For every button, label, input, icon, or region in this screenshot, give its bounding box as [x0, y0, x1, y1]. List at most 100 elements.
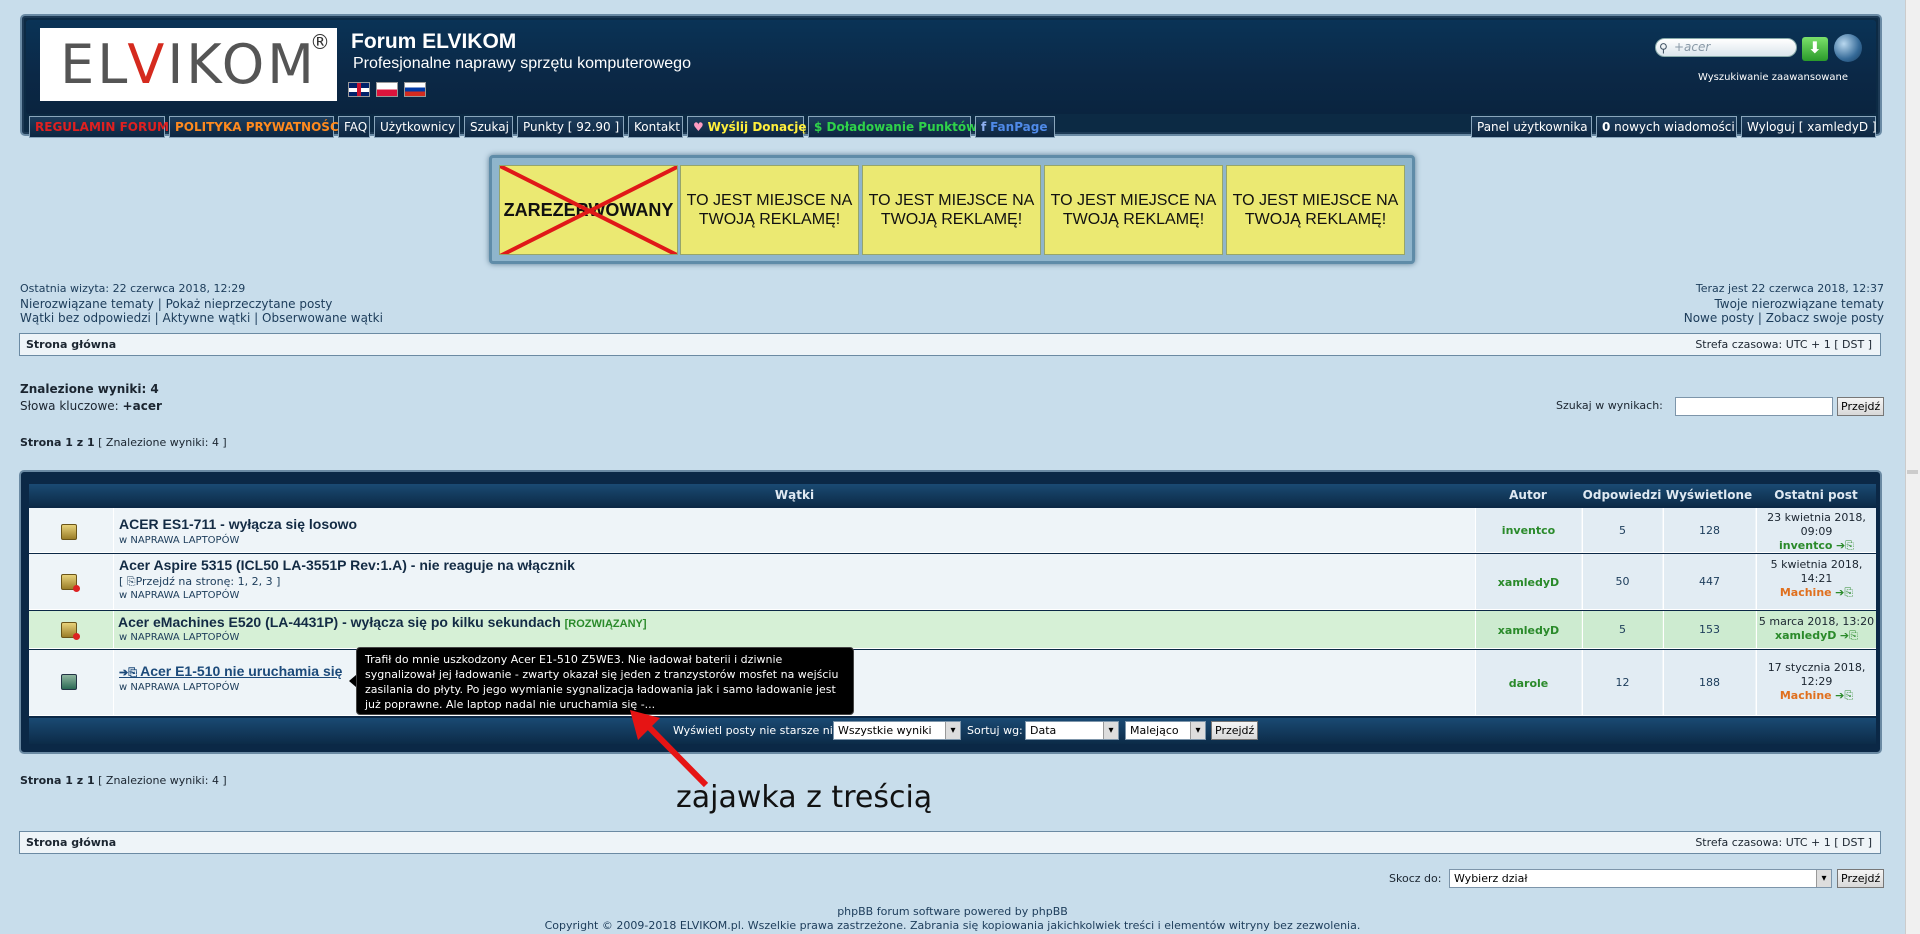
nav-users[interactable]: Użytkownicy: [374, 116, 460, 138]
link-unread[interactable]: Pokaż nieprzeczytane posty: [166, 297, 333, 311]
copyright: Copyright © 2009-2018 ELVIKOM.pl. Wszelk…: [544, 919, 1361, 932]
search-input[interactable]: +acer: [1655, 38, 1797, 57]
nav-faq[interactable]: FAQ: [338, 116, 370, 138]
last-post-author[interactable]: Machine: [1780, 586, 1832, 599]
site-title[interactable]: Forum ELVIKOM: [351, 30, 516, 54]
topic-author[interactable]: inventco: [1502, 524, 1555, 537]
last-visit: Ostatnia wizyta: 22 czerwca 2018, 12:29: [20, 282, 246, 295]
topic-forum[interactable]: w NAPRAWA LAPTOPÓW: [119, 632, 239, 643]
ad-slot-reserved[interactable]: ZAREZERWOWANY: [499, 165, 678, 255]
header-last-post[interactable]: Ostatni post: [1756, 484, 1876, 506]
ad-slot-3[interactable]: TO JEST MIEJSCE NA TWOJĄ REKLAMĘ!: [862, 165, 1041, 255]
link-your-posts[interactable]: Zobacz swoje posty: [1766, 311, 1884, 325]
breadcrumb-home[interactable]: Strona główna: [26, 338, 116, 351]
nav-user-panel[interactable]: Panel użytkownika: [1471, 116, 1592, 138]
timezone-info: Strefa czasowa: UTC + 1 [ DST ]: [1695, 338, 1872, 351]
search-in-results-button[interactable]: Przejdź: [1837, 397, 1885, 416]
breadcrumb-home[interactable]: Strona główna: [26, 836, 116, 849]
site-logo[interactable]: ELVIKOM ®: [40, 28, 337, 101]
ad-slot-5[interactable]: TO JEST MIEJSCE NA TWOJĄ REKLAMĘ!: [1226, 165, 1405, 255]
header-views[interactable]: Wyświetlone: [1663, 484, 1755, 506]
last-post-date: 5 kwietnia 2018, 14:21: [1770, 558, 1863, 585]
advanced-search-link[interactable]: Wyszukiwanie zaawansowane: [1698, 72, 1848, 83]
nav-search[interactable]: Szukaj: [464, 116, 513, 138]
quick-links-1: Nierozwiązane tematy | Pokaż nieprzeczyt…: [20, 297, 333, 311]
topic-author[interactable]: xamledyD: [1498, 576, 1559, 589]
breadcrumb-top: Strona główna Strefa czasowa: UTC + 1 [ …: [19, 333, 1881, 356]
topic-views: 447: [1663, 554, 1755, 609]
topic-forum[interactable]: w NAPRAWA LAPTOPÓW: [119, 590, 239, 601]
topic-pagination[interactable]: [ ⎘Przejdź na stronę: 1, 2, 3 ]: [119, 575, 280, 589]
last-post-author[interactable]: inventco: [1779, 539, 1832, 552]
sort-by-label: Sortuj wg:: [967, 724, 1023, 737]
link-new-posts[interactable]: Nowe posty: [1684, 311, 1754, 325]
link-active[interactable]: Aktywne wątki: [163, 311, 251, 325]
topic-replies: 12: [1582, 650, 1662, 715]
link-unanswered[interactable]: Nierozwiązane tematy: [20, 297, 154, 311]
topic-preview-tooltip: Trafił do mnie uszkodzony Acer E1-510 Z5…: [356, 647, 854, 715]
sort-go-button[interactable]: Przejdź: [1211, 721, 1259, 740]
topic-solved-icon: [61, 622, 80, 640]
link-no-reply[interactable]: Wątki bez odpowiedzi: [20, 311, 151, 325]
header-replies[interactable]: Odpowiedzi: [1582, 484, 1662, 506]
topic-forum[interactable]: w NAPRAWA LAPTOPÓW: [119, 682, 239, 693]
pagination-bottom: Strona 1 z 1 [ Znalezione wyniki: 4 ]: [20, 774, 227, 787]
jump-to-select[interactable]: Wybierz dział: [1449, 869, 1832, 888]
annotation-label: zajawka z treścią: [676, 780, 933, 815]
flag-pl-icon[interactable]: [376, 82, 398, 97]
header-topics[interactable]: Wątki: [115, 484, 1474, 506]
nav-topup[interactable]: $ Doładowanie Punktów: [808, 116, 977, 138]
ad-banner-strip: ZAREZERWOWANY TO JEST MIEJSCE NA TWOJĄ R…: [489, 155, 1415, 264]
topic-title-link[interactable]: Acer Aspire 5315 (ICL50 LA-3551P Rev:1.A…: [119, 557, 575, 573]
page-scrollbar[interactable]: [1905, 0, 1920, 934]
topic-replies: 5: [1582, 508, 1662, 552]
globe-icon[interactable]: [1834, 34, 1862, 62]
topic-title-link[interactable]: ➔⎘ Acer E1-510 nie uruchamia się: [119, 663, 342, 680]
logo-text: ELVIKOM: [60, 33, 317, 96]
header-author[interactable]: Autor: [1475, 484, 1581, 506]
nav-donate[interactable]: ♥ Wyślij Donację: [687, 116, 807, 138]
jump-go-button[interactable]: Przejdź: [1837, 869, 1885, 888]
show-posts-select[interactable]: Wszystkie wyniki: [833, 721, 961, 740]
sort-order-select[interactable]: Malejąco: [1125, 721, 1206, 740]
go-to-post-icon[interactable]: ➔⎘: [1840, 629, 1858, 642]
nav-privacy[interactable]: POLITYKA PRYWATNOŚCI: [169, 116, 343, 138]
topic-replies: 50: [1582, 554, 1662, 609]
link-your-unanswered[interactable]: Twoje nierozwiązane tematy: [1714, 297, 1884, 311]
ad-slot-2[interactable]: TO JEST MIEJSCE NA TWOJĄ REKLAMĘ!: [680, 165, 859, 255]
link-watched[interactable]: Obserwowane wątki: [262, 311, 383, 325]
topic-read-icon: [61, 524, 77, 540]
go-to-post-icon[interactable]: ➔⎘: [1835, 586, 1853, 599]
go-to-post-icon[interactable]: ➔⎘: [1835, 689, 1853, 702]
topic-title-link[interactable]: ACER ES1-711 - wyłącza się losowo: [119, 516, 357, 532]
last-post-date: 23 kwietnia 2018, 09:09: [1767, 511, 1866, 538]
flag-ru-icon[interactable]: [404, 82, 426, 97]
facebook-icon: f: [981, 120, 987, 134]
nav-logout[interactable]: Wyloguj [ xamledyD ]: [1741, 116, 1877, 138]
nav-fanpage[interactable]: f FanPage: [975, 116, 1055, 138]
topic-views: 153: [1663, 611, 1755, 648]
solved-badge: [ROZWIĄZANY]: [564, 618, 647, 630]
flag-uk-icon[interactable]: [348, 82, 370, 97]
ad-slot-4[interactable]: TO JEST MIEJSCE NA TWOJĄ REKLAMĘ!: [1044, 165, 1223, 255]
topic-forum[interactable]: w NAPRAWA LAPTOPÓW: [119, 535, 239, 546]
last-post-author[interactable]: xamledyD: [1775, 629, 1836, 642]
nav-contact[interactable]: Kontakt: [628, 116, 683, 138]
search-submit-button[interactable]: ⬇: [1802, 37, 1828, 61]
table-row: Acer eMachines E520 (LA-4431P) - wyłącza…: [29, 611, 1876, 649]
topic-author[interactable]: xamledyD: [1498, 624, 1559, 637]
topic-title-link[interactable]: Acer eMachines E520 (LA-4431P) - wyłącza…: [118, 614, 647, 630]
nav-bar: REGULAMIN FORUM POLITYKA PRYWATNOŚCI FAQ…: [26, 116, 1877, 138]
go-to-post-icon[interactable]: ➔⎘: [1836, 539, 1854, 552]
nav-messages[interactable]: 0 nowych wiadomości: [1596, 116, 1737, 138]
site-header: ELVIKOM ® Forum ELVIKOM Profesjonalne na…: [20, 14, 1882, 138]
search-in-results-input[interactable]: [1675, 397, 1833, 416]
nav-rules[interactable]: REGULAMIN FORUM: [29, 116, 169, 138]
nav-points[interactable]: Punkty [ 92.90 ]: [517, 116, 624, 138]
site-description: Profesjonalne naprawy sprzętu komputerow…: [353, 55, 691, 72]
scrollbar-thumb[interactable]: [1907, 470, 1918, 474]
sort-by-select[interactable]: Data: [1025, 721, 1119, 740]
last-post-author[interactable]: Machine: [1780, 689, 1832, 702]
search-icon: ⚲: [1659, 41, 1668, 55]
topic-author[interactable]: darole: [1509, 677, 1549, 690]
